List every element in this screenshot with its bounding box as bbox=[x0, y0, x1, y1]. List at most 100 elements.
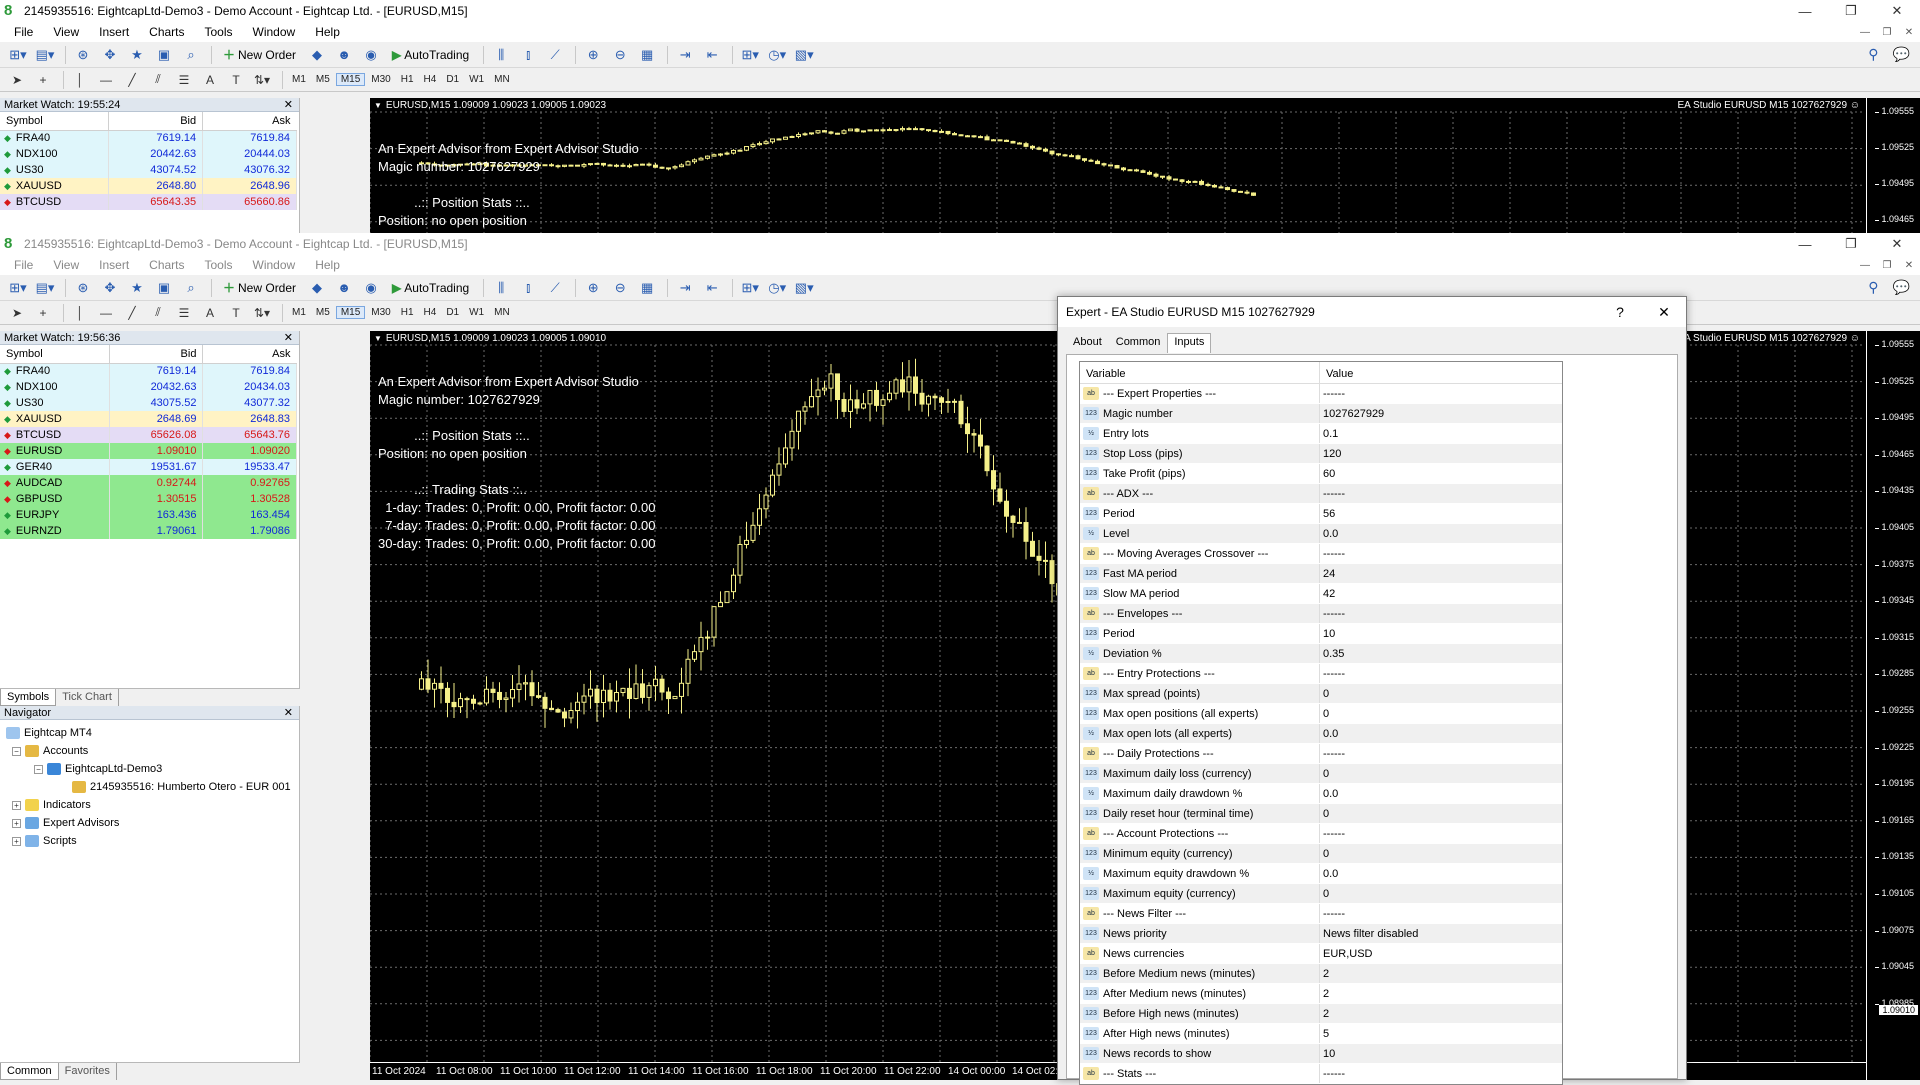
expand-icon[interactable]: + bbox=[12, 836, 21, 846]
market-watch-row[interactable]: ◆ GBPUSD 1.30515 1.30528 bbox=[0, 491, 297, 507]
input-row[interactable]: 123 Minimum equity (currency) 0 bbox=[1080, 844, 1562, 864]
value-cell[interactable]: 60 bbox=[1320, 464, 1562, 483]
tree-accounts[interactable]: − Accounts bbox=[6, 742, 293, 760]
tab-about[interactable]: About bbox=[1066, 333, 1109, 353]
value-cell[interactable]: ------ bbox=[1320, 384, 1562, 403]
timeframe-w1[interactable]: W1 bbox=[465, 74, 488, 85]
menu-window[interactable]: Window bbox=[243, 25, 306, 39]
input-row[interactable]: 123 Slow MA period 42 bbox=[1080, 584, 1562, 604]
value-cell[interactable]: ------ bbox=[1320, 824, 1562, 843]
value-cell[interactable]: 0.0 bbox=[1320, 864, 1562, 883]
menu-charts[interactable]: Charts bbox=[139, 258, 194, 272]
search-icon[interactable]: ⚲ bbox=[1868, 279, 1878, 296]
tester-toggle-icon[interactable]: ⌕ bbox=[179, 277, 203, 299]
chart-shift-icon[interactable]: ⇥ bbox=[673, 44, 697, 66]
value-cell[interactable]: News filter disabled bbox=[1320, 924, 1562, 943]
minimize-icon[interactable]: — bbox=[1782, 4, 1828, 19]
navigator-toggle-icon[interactable]: ★ bbox=[125, 277, 149, 299]
input-row[interactable]: 123 After High news (minutes) 5 bbox=[1080, 1024, 1562, 1044]
signals-icon[interactable]: ☻ bbox=[332, 277, 356, 299]
input-row[interactable]: ab --- Entry Protections --- ------ bbox=[1080, 664, 1562, 684]
menu-file[interactable]: File bbox=[4, 25, 43, 39]
timeframe-m15[interactable]: M15 bbox=[335, 306, 366, 319]
text-label-icon[interactable]: T bbox=[225, 303, 247, 323]
close-icon[interactable]: ✕ bbox=[1874, 236, 1920, 252]
timeframe-mn[interactable]: MN bbox=[490, 74, 514, 85]
line-chart-icon[interactable]: ⟋ bbox=[543, 44, 567, 66]
value-cell[interactable]: 0 bbox=[1320, 884, 1562, 903]
value-cell[interactable]: ------ bbox=[1320, 1064, 1562, 1083]
market-watch-row[interactable]: ◆ NDX100 20442.63 20444.03 bbox=[0, 146, 297, 162]
value-cell[interactable]: 120 bbox=[1320, 444, 1562, 463]
value-cell[interactable]: ------ bbox=[1320, 744, 1562, 763]
timeframe-m15[interactable]: M15 bbox=[335, 73, 366, 86]
tab-symbols[interactable]: Symbols bbox=[0, 689, 57, 706]
tile-windows-icon[interactable]: ▦ bbox=[635, 277, 659, 299]
value-cell[interactable]: 0.1 bbox=[1320, 424, 1562, 443]
market-watch-row[interactable]: ◆ EURNZD 1.79061 1.79086 bbox=[0, 523, 297, 539]
value-cell[interactable]: 56 bbox=[1320, 504, 1562, 523]
horizontal-line-icon[interactable]: — bbox=[95, 303, 117, 323]
timeframe-d1[interactable]: D1 bbox=[442, 74, 463, 85]
market-watch-row[interactable]: ◆ FRA40 7619.14 7619.84 bbox=[0, 363, 297, 379]
line-chart-icon[interactable]: ⟋ bbox=[543, 277, 567, 299]
market-watch-row[interactable]: ◆ FRA40 7619.14 7619.84 bbox=[0, 130, 297, 146]
channel-icon[interactable]: ⫽ bbox=[147, 70, 169, 90]
tree-expert-advisors[interactable]: + Expert Advisors bbox=[6, 814, 293, 832]
market-watch-toggle-icon[interactable]: ⊛ bbox=[71, 44, 95, 66]
timeframe-h1[interactable]: H1 bbox=[397, 307, 418, 318]
value-cell[interactable]: 42 bbox=[1320, 584, 1562, 603]
timeframe-h4[interactable]: H4 bbox=[420, 307, 441, 318]
templates-icon[interactable]: ▧▾ bbox=[792, 44, 816, 66]
input-row[interactable]: ab --- Expert Properties --- ------ bbox=[1080, 384, 1562, 404]
title-bar[interactable]: 8 2145935516: EightcapLtd-Demo3 - Demo A… bbox=[0, 233, 1920, 255]
value-cell[interactable]: ------ bbox=[1320, 904, 1562, 923]
navigator-toggle-icon[interactable]: ★ bbox=[125, 44, 149, 66]
child-minimize-icon[interactable]: — bbox=[1854, 27, 1876, 38]
value-cell[interactable]: ------ bbox=[1320, 604, 1562, 623]
input-row[interactable]: ab --- Moving Averages Crossover --- -----… bbox=[1080, 544, 1562, 564]
input-row[interactable]: ab --- Daily Protections --- ------ bbox=[1080, 744, 1562, 764]
timeframe-h4[interactable]: H4 bbox=[420, 74, 441, 85]
zoom-out-icon[interactable]: ⊖ bbox=[608, 44, 632, 66]
input-row[interactable]: 123 Max open positions (all experts) 0 bbox=[1080, 704, 1562, 724]
close-icon[interactable]: ✕ bbox=[1874, 3, 1920, 19]
input-row[interactable]: 123 Magic number 1027627929 bbox=[1080, 404, 1562, 424]
collapse-icon[interactable]: − bbox=[12, 746, 21, 756]
tab-inputs[interactable]: Inputs bbox=[1167, 333, 1212, 353]
child-close-icon[interactable]: ✕ bbox=[1898, 27, 1920, 38]
chat-icon[interactable]: 💬 bbox=[1893, 279, 1910, 296]
input-row[interactable]: 123 Before High news (minutes) 2 bbox=[1080, 1004, 1562, 1024]
data-window-icon[interactable]: ✥ bbox=[98, 44, 122, 66]
value-cell[interactable]: 1027627929 bbox=[1320, 404, 1562, 423]
close-icon[interactable]: ✕ bbox=[284, 331, 293, 344]
periods-icon[interactable]: ◷▾ bbox=[765, 277, 789, 299]
bar-chart-icon[interactable]: ⫼ bbox=[489, 44, 513, 66]
market-watch-row[interactable]: ◆ US30 43075.52 43077.32 bbox=[0, 395, 297, 411]
input-row[interactable]: 123 Maximum equity (currency) 0 bbox=[1080, 884, 1562, 904]
title-bar[interactable]: 8 2145935516: EightcapLtd-Demo3 - Demo A… bbox=[0, 0, 1920, 22]
market-watch-row[interactable]: ◆ BTCUSD 65626.08 65643.76 bbox=[0, 427, 297, 443]
market-icon[interactable]: ◉ bbox=[359, 277, 383, 299]
input-row[interactable]: ½ Maximum equity drawdown % 0.0 bbox=[1080, 864, 1562, 884]
timeframe-m30[interactable]: M30 bbox=[367, 307, 394, 318]
bar-chart-icon[interactable]: ⫼ bbox=[489, 277, 513, 299]
new-order-button[interactable]: ＋ New Order bbox=[217, 44, 302, 66]
autoscroll-icon[interactable]: ⇤ bbox=[700, 277, 724, 299]
value-cell[interactable]: 2 bbox=[1320, 1004, 1562, 1023]
data-window-icon[interactable]: ✥ bbox=[98, 277, 122, 299]
timeframe-mn[interactable]: MN bbox=[490, 307, 514, 318]
input-row[interactable]: ½ Entry lots 0.1 bbox=[1080, 424, 1562, 444]
menu-view[interactable]: View bbox=[43, 25, 89, 39]
input-row[interactable]: 123 Fast MA period 24 bbox=[1080, 564, 1562, 584]
value-cell[interactable]: 2 bbox=[1320, 984, 1562, 1003]
timeframe-w1[interactable]: W1 bbox=[465, 307, 488, 318]
value-cell[interactable]: 0 bbox=[1320, 804, 1562, 823]
periods-icon[interactable]: ◷▾ bbox=[765, 44, 789, 66]
menu-tools[interactable]: Tools bbox=[195, 258, 243, 272]
menu-tools[interactable]: Tools bbox=[195, 25, 243, 39]
templates-icon[interactable]: ▧▾ bbox=[792, 277, 816, 299]
arrows-icon[interactable]: ⇅▾ bbox=[251, 303, 273, 323]
market-icon[interactable]: ◉ bbox=[359, 44, 383, 66]
value-cell[interactable]: 2 bbox=[1320, 964, 1562, 983]
